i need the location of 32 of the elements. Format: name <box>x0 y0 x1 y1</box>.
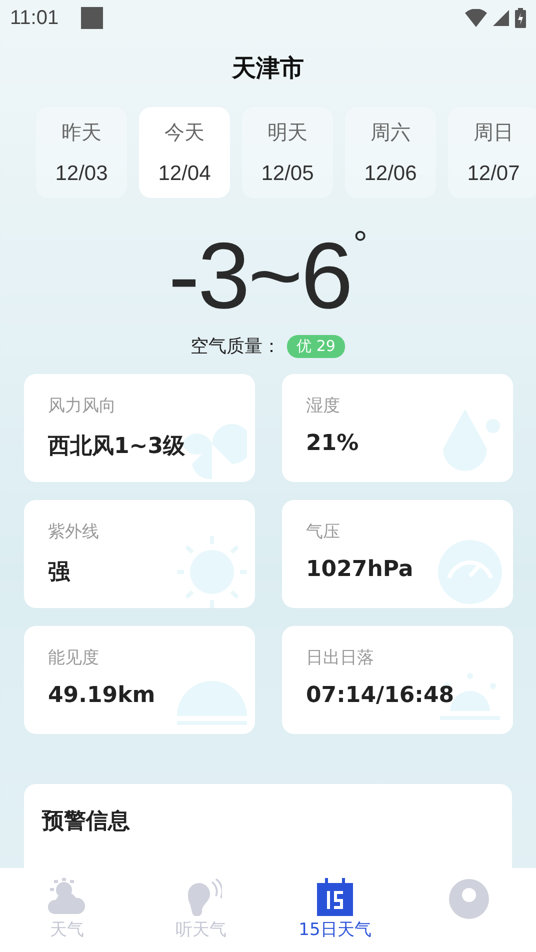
battery-icon <box>515 8 526 28</box>
detail-value: 强 <box>48 559 70 587</box>
notification-icon <box>80 7 103 29</box>
wifi-icon <box>465 9 487 27</box>
detail-value: 49.19km <box>48 683 156 708</box>
city-title: 天津市 <box>230 53 305 84</box>
avatar-icon <box>448 878 490 920</box>
calendar-icon <box>317 878 353 916</box>
detail-value: 1027hPa <box>306 557 414 582</box>
detail-label: 风力风向 <box>48 395 116 417</box>
day-tab[interactable]: 周六 12/06 <box>345 107 436 198</box>
status-time: 11:01 <box>10 6 59 30</box>
temperature-range: -3~6 <box>168 226 352 326</box>
day-tab[interactable]: 今天 12/04 <box>139 107 230 198</box>
warning-title: 预警信息 <box>42 809 130 834</box>
detail-label: 气压 <box>306 521 340 543</box>
detail-label: 湿度 <box>306 395 340 417</box>
detail-value: 21% <box>306 431 359 456</box>
nav-tab[interactable]: 15日天气 <box>268 868 402 952</box>
degree-unit: ° <box>353 226 368 262</box>
day-tab[interactable]: 昨天 12/03 <box>36 107 127 198</box>
detail-label: 能见度 <box>48 647 99 669</box>
detail-label: 紫外线 <box>48 521 99 543</box>
cloud-sun-icon <box>46 878 88 916</box>
signal-icon <box>493 10 509 26</box>
day-tab[interactable]: 周日 12/07 <box>448 107 536 198</box>
air-quality-badge: 优 29 <box>286 334 346 358</box>
detail-value: 西北风1~3级 <box>48 433 186 461</box>
detail-label: 日出日落 <box>306 647 374 669</box>
detail-value: 07:14/16:48 <box>306 683 454 708</box>
day-tab[interactable]: 明天 12/05 <box>242 107 333 198</box>
air-quality-label: 空气质量： <box>190 335 281 358</box>
